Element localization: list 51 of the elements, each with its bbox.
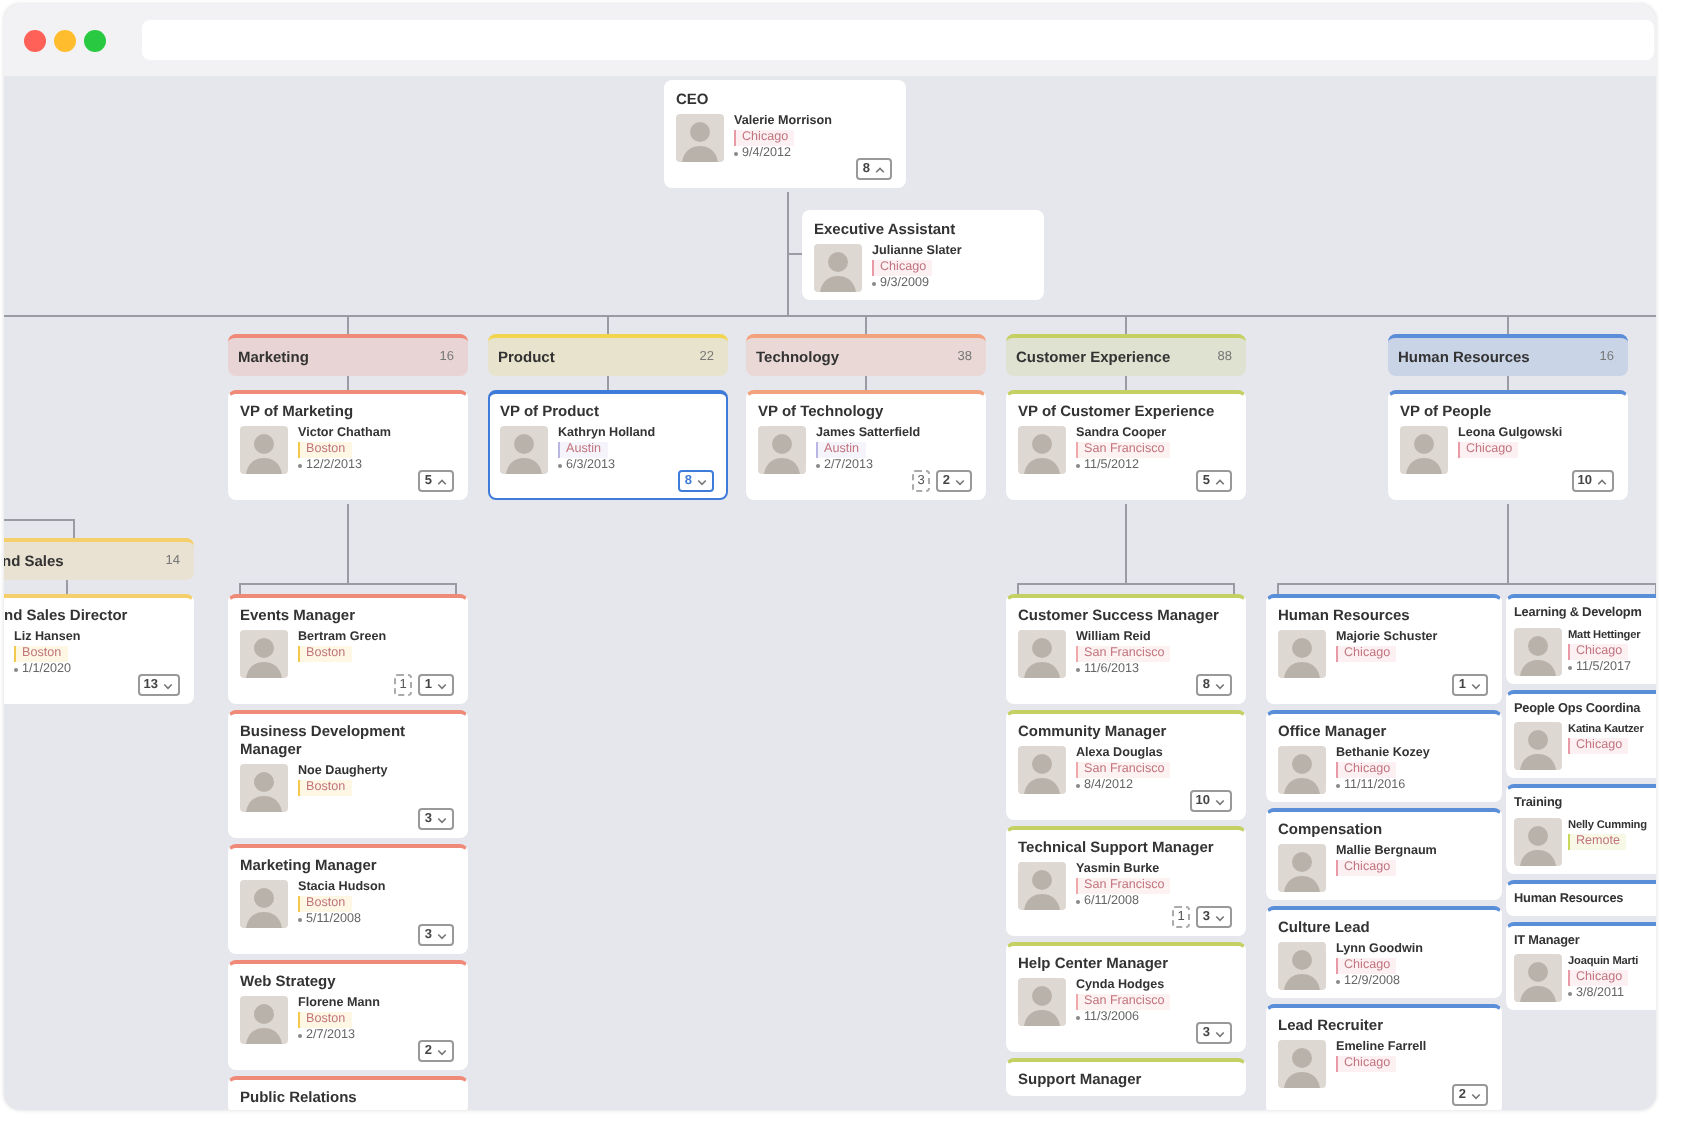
caret-icon <box>436 679 448 691</box>
avatar-placeholder <box>240 880 288 928</box>
avatar-placeholder <box>240 426 288 474</box>
caret-icon <box>1214 1027 1226 1039</box>
caret-icon <box>1214 911 1226 923</box>
minimize-icon[interactable] <box>54 29 76 51</box>
caret-icon <box>1470 1089 1482 1101</box>
caret-icon <box>1214 795 1226 807</box>
caret-icon <box>436 475 448 487</box>
caret-icon <box>1214 679 1226 691</box>
avatar-placeholder <box>1514 818 1562 867</box>
avatar-placeholder <box>1018 426 1066 474</box>
avatar-placeholder <box>758 426 806 474</box>
avatar-placeholder <box>1278 630 1326 678</box>
avatar-placeholder <box>1514 954 1562 1003</box>
maximize-icon[interactable] <box>84 29 106 51</box>
avatar-placeholder <box>676 114 724 162</box>
connector-line <box>347 375 349 391</box>
caret-icon <box>1470 679 1482 691</box>
avatar-placeholder <box>240 764 288 812</box>
avatar-placeholder <box>1018 978 1066 1026</box>
connector-line <box>1125 375 1127 391</box>
avatar-placeholder <box>1514 627 1562 676</box>
caret-icon <box>874 163 886 175</box>
avatar-placeholder <box>1400 426 1448 474</box>
avatar-placeholder <box>1278 746 1326 794</box>
connector-line <box>4 519 75 539</box>
caret-icon <box>162 679 174 691</box>
caret-icon <box>436 929 448 941</box>
caret-icon <box>436 1045 448 1057</box>
avatar-placeholder <box>1278 1040 1326 1088</box>
avatar-placeholder <box>1278 942 1326 990</box>
avatar-placeholder <box>1018 630 1066 678</box>
connector-line <box>66 579 68 595</box>
close-icon[interactable] <box>24 29 46 51</box>
avatar-placeholder <box>500 426 548 474</box>
avatar-placeholder <box>1278 844 1326 892</box>
connector-line <box>865 375 867 391</box>
caret-icon <box>954 475 966 487</box>
caret-icon <box>1214 475 1226 487</box>
avatar-placeholder <box>814 244 862 292</box>
caret-icon <box>696 475 708 487</box>
avatar-placeholder <box>1514 722 1562 771</box>
avatar-placeholder <box>1018 746 1066 794</box>
caret-icon <box>1596 475 1608 487</box>
avatar-placeholder <box>1018 862 1066 910</box>
avatar-placeholder <box>240 996 288 1044</box>
connector-line <box>607 375 609 391</box>
connector-line <box>1507 375 1509 391</box>
avatar-placeholder <box>240 630 288 678</box>
caret-icon <box>436 813 448 825</box>
